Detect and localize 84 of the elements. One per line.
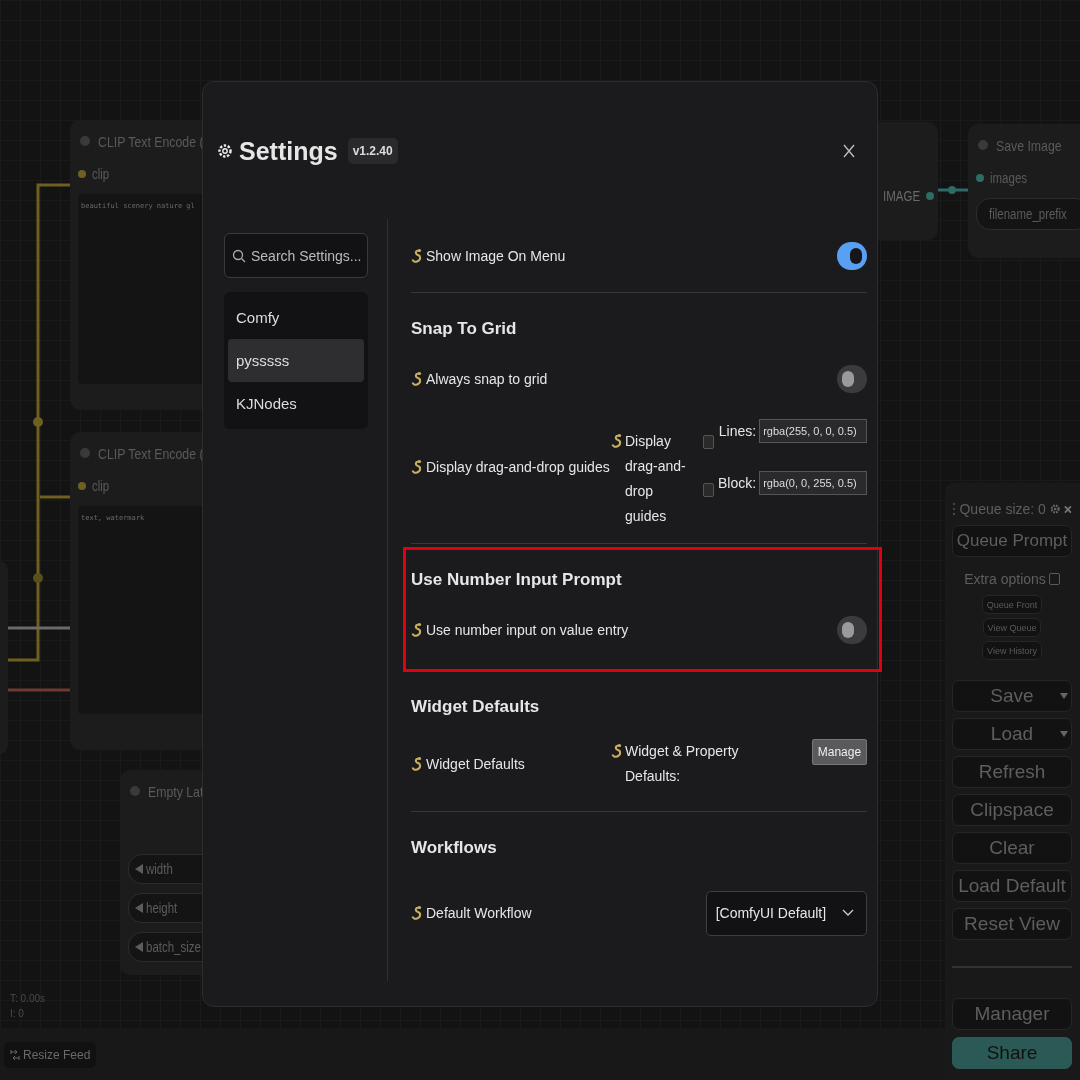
section-title: Use Number Input Prompt [411, 569, 623, 591]
menu-button[interactable]: Save [952, 680, 1072, 712]
input-label: clip [92, 478, 110, 494]
decrement-arrow-icon[interactable] [135, 942, 143, 952]
dialog-title: Settings [239, 136, 338, 166]
color-input[interactable]: rgba(0, 0, 255, 0.5) [759, 471, 868, 495]
widget-field[interactable]: filename_prefix [976, 198, 1080, 230]
wire [936, 186, 970, 194]
resize-icon [10, 1049, 20, 1061]
queue-action-button[interactable]: View Queue [982, 618, 1042, 637]
queue-action-button[interactable]: Queue Front [981, 595, 1043, 614]
queue-prompt-button[interactable]: Queue Prompt [952, 525, 1072, 557]
status-dot [80, 448, 90, 458]
setting-label: Widget Defaults [426, 756, 525, 772]
status-dot [130, 786, 140, 796]
input-label: clip [92, 166, 110, 182]
category-item[interactable]: KJNodes [228, 382, 364, 425]
category-item[interactable]: pysssss [228, 339, 364, 382]
queue-size-label: Queue size: 0 [959, 501, 1046, 517]
snake-icon [411, 756, 423, 772]
section-title: Widget Defaults [411, 696, 541, 718]
checkbox[interactable] [1048, 573, 1060, 585]
node-title: Empty Lat [148, 782, 204, 800]
color-label: Lines: [718, 423, 757, 439]
setting-label: Display drag-and-drop guides [426, 459, 610, 475]
input-label: images [990, 170, 1027, 186]
color-input[interactable]: rgba(255, 0, 0, 0.5) [759, 419, 868, 443]
caret-icon[interactable] [1060, 692, 1068, 700]
extra-options-label: Extra options [964, 571, 1046, 587]
decrement-arrow-icon[interactable] [135, 903, 143, 913]
toggle-switch[interactable] [837, 616, 868, 644]
input-dot[interactable] [78, 482, 86, 490]
menu-button[interactable]: Load Default [952, 870, 1072, 902]
snake-icon [411, 247, 423, 264]
manage-button[interactable]: Manage [811, 739, 868, 765]
drag-handle-icon[interactable] [952, 502, 956, 516]
setting-label: Show Image On Menu [426, 247, 566, 264]
color-label: Block: [718, 475, 757, 491]
input-dot[interactable] [78, 170, 86, 178]
setting-label: Default Workflow [426, 905, 532, 921]
snake-icon [411, 905, 423, 921]
caret-icon[interactable] [1060, 730, 1068, 738]
setting-label: Display drag-and-drop guides [625, 432, 687, 526]
node[interactable]: Save Image images filename_prefix [968, 124, 1080, 258]
node-title: Save Image [996, 136, 1062, 154]
snake-icon [611, 743, 623, 759]
section-title: Workflows [411, 837, 498, 859]
section-title: Snap To Grid [411, 318, 518, 340]
category-item[interactable]: Comfy [228, 296, 364, 339]
decrement-arrow-icon[interactable] [135, 864, 143, 874]
search-icon [232, 249, 246, 263]
status-dot [978, 140, 988, 150]
menu-button[interactable]: Refresh [952, 756, 1072, 788]
queue-action-button[interactable]: View History [982, 641, 1042, 660]
menu-button[interactable]: Clipspace [952, 794, 1072, 826]
snake-icon [411, 459, 423, 475]
search-field[interactable]: Search Settings... [224, 233, 368, 278]
checkbox[interactable] [703, 435, 714, 449]
output-dot[interactable] [926, 192, 934, 200]
menu-button[interactable]: Manager [952, 998, 1072, 1030]
setting-label: Widget & Property Defaults: [625, 742, 740, 786]
close-icon[interactable] [843, 144, 855, 158]
snake-icon [611, 433, 623, 449]
input-dot[interactable] [976, 174, 984, 182]
menu-button[interactable]: Load [952, 718, 1072, 750]
close-icon[interactable] [1064, 504, 1072, 514]
chevron-down-icon [842, 909, 855, 917]
resize-feed-button[interactable]: Resize Feed [4, 1042, 97, 1068]
output-label: IMAGE [883, 188, 920, 204]
toggle-switch[interactable] [837, 241, 868, 270]
settings-icon [217, 143, 233, 159]
menu-button[interactable]: Share [952, 1037, 1072, 1069]
menu-button[interactable]: Clear [952, 832, 1072, 864]
menu-button[interactable]: Reset View [952, 908, 1072, 940]
status-dot [80, 136, 90, 146]
snake-icon [411, 371, 423, 387]
snake-icon [411, 622, 423, 638]
workflow-select[interactable]: [ComfyUI Default] [705, 890, 868, 936]
checkbox[interactable] [703, 483, 714, 497]
settings-icon[interactable] [1049, 503, 1061, 515]
version-badge: v1.2.40 [347, 138, 398, 164]
setting-label: Always snap to grid [426, 371, 548, 387]
setting-label: Use number input on value entry [426, 622, 629, 638]
toggle-switch[interactable] [837, 365, 868, 393]
